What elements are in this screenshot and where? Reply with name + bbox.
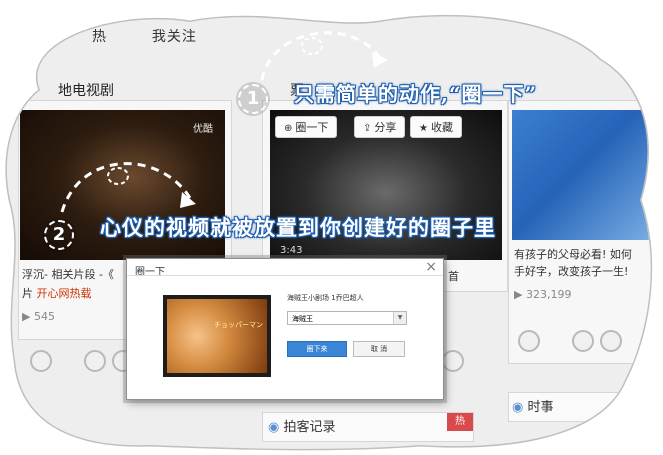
step-2-caption: 心仪的视频就被放置到你创建好的圈子里: [100, 215, 496, 240]
step-1-caption: 只需简单的动作,“圈一下”: [294, 82, 537, 106]
tutorial-graphic: 热 我关注 地电视剧 优酷 浮沉- 相关片段 -《 片 开心网热载 ▶ 545 …: [0, 0, 663, 455]
step-1-marker: 1: [238, 84, 268, 114]
step-2-marker: 2: [44, 220, 74, 250]
